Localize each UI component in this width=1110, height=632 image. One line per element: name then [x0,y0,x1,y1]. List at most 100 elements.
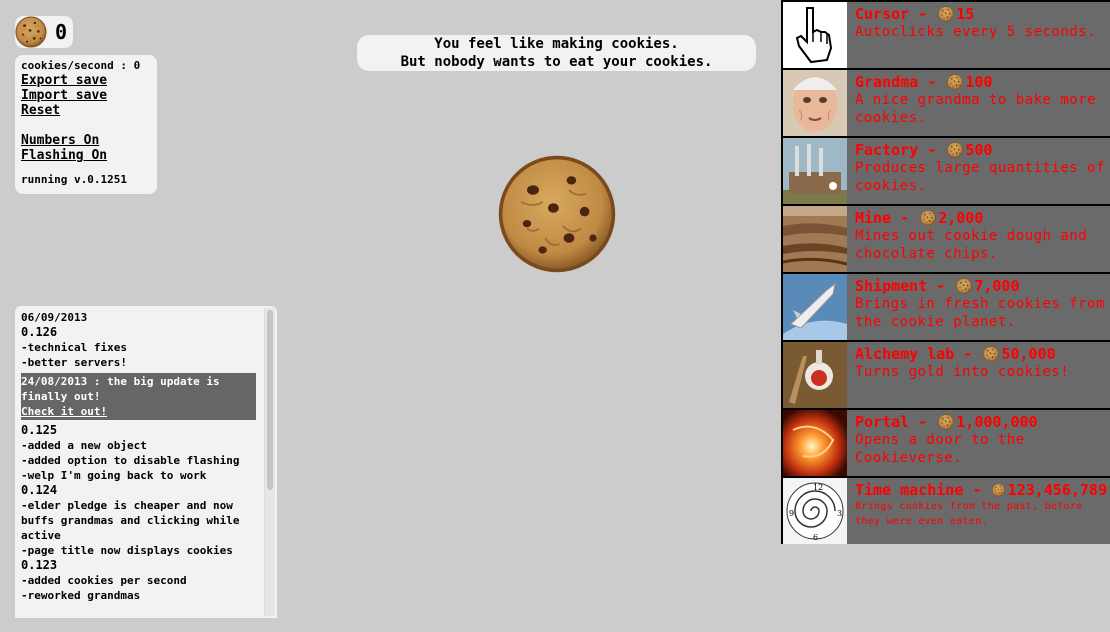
store-item-description: Brings in fresh cookies from the cookie … [855,296,1106,330]
store-item-title: Grandma - 100 [855,73,1107,91]
store-item-text: Time machine - 123,456,789 Brings cookies… [855,481,1107,529]
check-it-out-link[interactable]: Check it out! [21,405,107,418]
factory-icon [783,138,847,204]
changelog-panel: 06/09/2013 0.126 -technical fixes -better s… [15,306,277,618]
changelog-item: -added cookies per second [21,574,187,587]
store-item-description: Brings cookies from the past, before the… [855,501,1083,527]
cookie-price-icon [938,6,954,22]
cookie-price-icon [956,278,972,294]
cookie-price-icon [938,414,954,430]
store-item-price: 123,456,789 [1007,481,1107,499]
changelog-rest: 0.125 -added a new object -added option to… [21,423,261,603]
changelog-item: -added a new object [21,439,147,452]
store-item-name: Portal [855,413,910,431]
cookie-price-icon [920,210,936,226]
store-item-price: 2,000 [938,209,984,227]
store-item-text: Cursor - 15 Autoclicks every 5 seconds. [855,5,1107,41]
store-item-name: Shipment [855,277,928,295]
cookie-count: 0 [55,20,68,44]
store-item-dash: - [918,141,946,159]
changelog-item: -technical fixes [21,341,127,354]
store-item-description: A nice grandma to bake more cookies. [855,92,1097,126]
numbers-toggle[interactable]: Numbers On [21,133,151,148]
store-item-description: Turns gold into cookies! [855,364,1070,380]
store-item-description: Mines out cookie dough and chocolate chi… [855,228,1088,262]
store-item-title: Cursor - 15 [855,5,1107,23]
store-item-title: Shipment - 7,000 [855,277,1107,295]
time-machine-icon: 12 9 3 6 [783,478,847,544]
message-line-2: But nobody wants to eat your cookies. [400,54,713,70]
message-line-1: You feel like making cookies. [434,36,679,52]
changelog-date: 06/09/2013 [21,311,88,324]
store-item-title: Time machine - 123,456,789 [855,481,1107,499]
store-item-text: Mine - 2,000 Mines out cookie dough and c… [855,209,1107,263]
export-save-link[interactable]: Export save [21,73,151,88]
store-item-name: Mine [855,209,892,227]
svg-text:9: 9 [789,509,794,518]
store-item-price: 50,000 [1001,345,1056,363]
mine-icon [783,206,847,272]
store-item-dash: - [909,413,937,431]
changelog-scrollbar[interactable] [264,308,275,616]
cookie-counter: 0 [15,16,74,48]
store-item-text: Alchemy lab - 50,000 Turns gold into cook… [855,345,1107,381]
store-item-cursor[interactable]: Cursor - 15 Autoclicks every 5 seconds. [783,2,1110,68]
store-item-price: 7,000 [974,277,1020,295]
version-label: running v.0.1251 [21,173,127,186]
import-save-link[interactable]: Import save [21,88,151,103]
changelog-item: -elder pledge is cheaper and now buffs g… [21,499,247,542]
store-item-text: Shipment - 7,000 Brings in fresh cookies … [855,277,1107,331]
svg-text:3: 3 [837,509,842,518]
cursor-icon [783,2,847,68]
changelog-content: 06/09/2013 0.126 -technical fixes -better s… [21,310,261,603]
changelog-item: -page title now displays cookies [21,544,233,557]
store-item-dash: - [918,73,946,91]
store-item-name: Time machine [855,481,964,499]
scrollbar-thumb[interactable] [267,310,273,490]
changelog-version: 0.124 [21,483,58,497]
changelog-item: -reworked grandmas [21,589,141,602]
store-item-name: Grandma [855,73,919,91]
grandma-icon [783,70,847,136]
big-cookie-button[interactable] [496,154,618,274]
changelog-version: 0.126 [21,325,58,339]
cookie-price-icon [947,142,963,158]
store-item-text: Grandma - 100 A nice grandma to bake more… [855,73,1107,127]
store-item-title: Mine - 2,000 [855,209,1107,227]
flashing-toggle[interactable]: Flashing On [21,148,151,163]
store-item-title: Alchemy lab - 50,000 [855,345,1107,363]
cookie-price-icon [983,346,999,362]
store-item-name: Factory [855,141,919,159]
store-item-dash: - [891,209,919,227]
changelog-item: -added option to disable flashing [21,454,240,467]
store-item-name: Alchemy lab [855,345,955,363]
changelog-item: -welp I'm going back to work [21,469,207,482]
store-item-mine[interactable]: Mine - 2,000 Mines out cookie dough and c… [783,206,1110,272]
store-item-price: 500 [965,141,993,159]
store-item-price: 15 [956,5,975,23]
store-item-price: 100 [965,73,993,91]
store-item-shipment[interactable]: Shipment - 7,000 Brings in fresh cookies … [783,274,1110,340]
store-item-description: Produces large quantities of cookies. [855,160,1106,194]
store-panel: Cursor - 15 Autoclicks every 5 seconds. Gr… [781,0,1110,544]
alchemy-lab-icon [783,342,847,408]
cookies-per-second: cookies/second : 0 [21,59,141,72]
store-item-description: Opens a door to the Cookieverse. [855,432,1025,466]
store-item-alchemy-lab[interactable]: Alchemy lab - 50,000 Turns gold into cook… [783,342,1110,408]
store-item-price: 1,000,000 [956,413,1038,431]
reset-link[interactable]: Reset [21,103,151,118]
options-panel: cookies/second : 0 Export save Import sa… [15,55,157,194]
store-item-description: Autoclicks every 5 seconds. [855,24,1097,40]
update-highlight: 24/08/2013 : the big update is finally o… [21,373,256,420]
store-item-time-machine[interactable]: 12 9 3 6 Time machine - 123,456,789 Brings co… [783,478,1110,544]
store-item-dash: - [909,5,937,23]
store-item-dash: - [954,345,982,363]
store-item-text: Portal - 1,000,000 Opens a door to the Co… [855,413,1107,467]
changelog-top: 06/09/2013 0.126 -technical fixes -better s… [21,310,261,370]
cookie-price-icon [947,74,963,90]
store-item-dash: - [927,277,955,295]
store-item-grandma[interactable]: Grandma - 100 A nice grandma to bake more… [783,70,1110,136]
store-item-portal[interactable]: Portal - 1,000,000 Opens a door to the Co… [783,410,1110,476]
store-item-title: Portal - 1,000,000 [855,413,1107,431]
store-item-factory[interactable]: Factory - 500 Produces large quantities o… [783,138,1110,204]
